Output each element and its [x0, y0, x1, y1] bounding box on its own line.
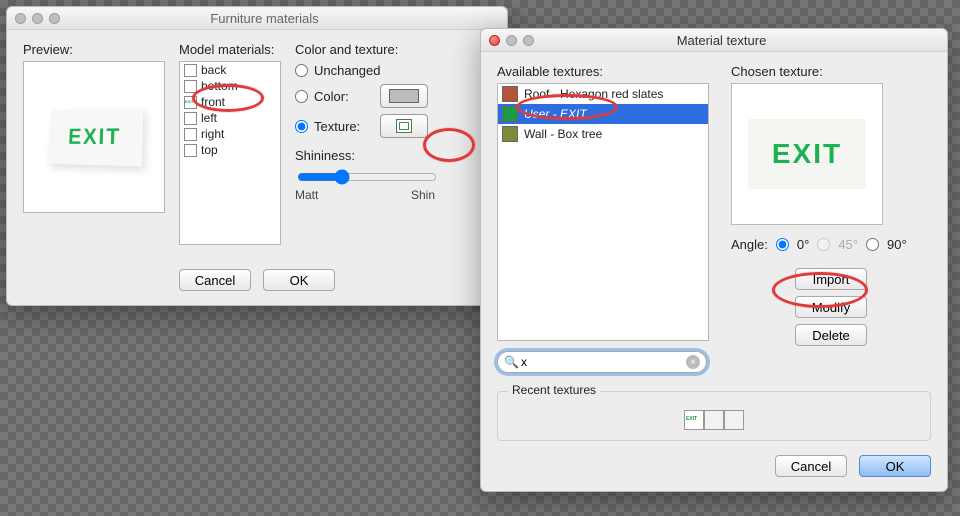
radio-color[interactable]	[295, 90, 308, 103]
window-title: Furniture materials	[30, 11, 499, 26]
radio-unchanged-label: Unchanged	[314, 63, 381, 78]
search-input[interactable]	[519, 354, 686, 370]
preview-exit-card: EXIT	[48, 108, 143, 166]
swatch-icon	[502, 106, 518, 122]
window-title: Material texture	[504, 33, 939, 48]
texture-swatch-button[interactable]	[380, 114, 428, 138]
cancel-button[interactable]: Cancel	[775, 455, 847, 477]
material-front[interactable]: front	[180, 94, 280, 110]
color-texture-label: Color and texture:	[295, 42, 491, 57]
exit-text: EXIT	[68, 124, 122, 151]
materials-list[interactable]: back bottom front left right top	[179, 61, 281, 245]
ok-button[interactable]: OK	[263, 269, 335, 291]
delete-button[interactable]: Delete	[795, 324, 867, 346]
swatch-icon	[502, 86, 518, 102]
recent-texture-1[interactable]	[684, 410, 704, 430]
material-back[interactable]: back	[180, 62, 280, 78]
chosen-texture-preview: EXIT	[731, 83, 883, 225]
recent-texture-2[interactable]	[704, 410, 724, 430]
import-button[interactable]: Import	[795, 268, 867, 290]
chosen-label: Chosen texture:	[731, 64, 931, 79]
material-top[interactable]: top	[180, 142, 280, 158]
textures-list[interactable]: Roof - Hexagon red slates User - EXIT Wa…	[497, 83, 709, 341]
angle-90[interactable]	[866, 238, 879, 251]
shiny-max: Shin	[411, 188, 435, 202]
texture-user-exit[interactable]: User - EXIT	[498, 104, 708, 124]
furniture-materials-dialog: Furniture materials Preview: EXIT Model …	[6, 6, 508, 306]
material-left[interactable]: left	[180, 110, 280, 126]
search-icon: 🔍	[504, 355, 519, 369]
radio-color-label: Color:	[314, 89, 374, 104]
shininess-range[interactable]	[297, 169, 437, 185]
material-right[interactable]: right	[180, 126, 280, 142]
preview: EXIT	[23, 61, 165, 213]
materials-label: Model materials:	[179, 42, 281, 57]
cancel-button[interactable]: Cancel	[179, 269, 251, 291]
recent-textures-group: Recent textures	[497, 391, 931, 441]
swatch-icon	[502, 126, 518, 142]
angle-45	[817, 238, 830, 251]
radio-texture[interactable]	[295, 120, 308, 133]
angle-label: Angle:	[731, 237, 768, 252]
titlebar[interactable]: Furniture materials	[7, 7, 507, 30]
close-icon[interactable]	[15, 13, 26, 24]
material-bottom[interactable]: bottom	[180, 78, 280, 94]
recent-textures-label: Recent textures	[508, 383, 600, 397]
texture-wall[interactable]: Wall - Box tree	[498, 124, 708, 144]
texture-roof[interactable]: Roof - Hexagon red slates	[498, 84, 708, 104]
color-swatch-button[interactable]	[380, 84, 428, 108]
radio-texture-label: Texture:	[314, 119, 374, 134]
search-field[interactable]: 🔍 ×	[497, 351, 707, 373]
ok-button[interactable]: OK	[859, 455, 931, 477]
preview-label: Preview:	[23, 42, 165, 57]
material-texture-dialog: Material texture Available textures: Roo…	[480, 28, 948, 492]
radio-unchanged[interactable]	[295, 64, 308, 77]
shininess-label: Shininess:	[295, 148, 491, 163]
angle-0[interactable]	[776, 238, 789, 251]
exit-text: EXIT	[772, 138, 842, 170]
shiny-min: Matt	[295, 188, 318, 202]
clear-search-icon[interactable]: ×	[686, 355, 700, 369]
available-label: Available textures:	[497, 64, 709, 79]
close-icon[interactable]	[489, 35, 500, 46]
titlebar[interactable]: Material texture	[481, 29, 947, 52]
modify-button[interactable]: Modify	[795, 296, 867, 318]
recent-texture-3[interactable]	[724, 410, 744, 430]
shininess-slider[interactable]: Matt Shin	[295, 167, 435, 202]
